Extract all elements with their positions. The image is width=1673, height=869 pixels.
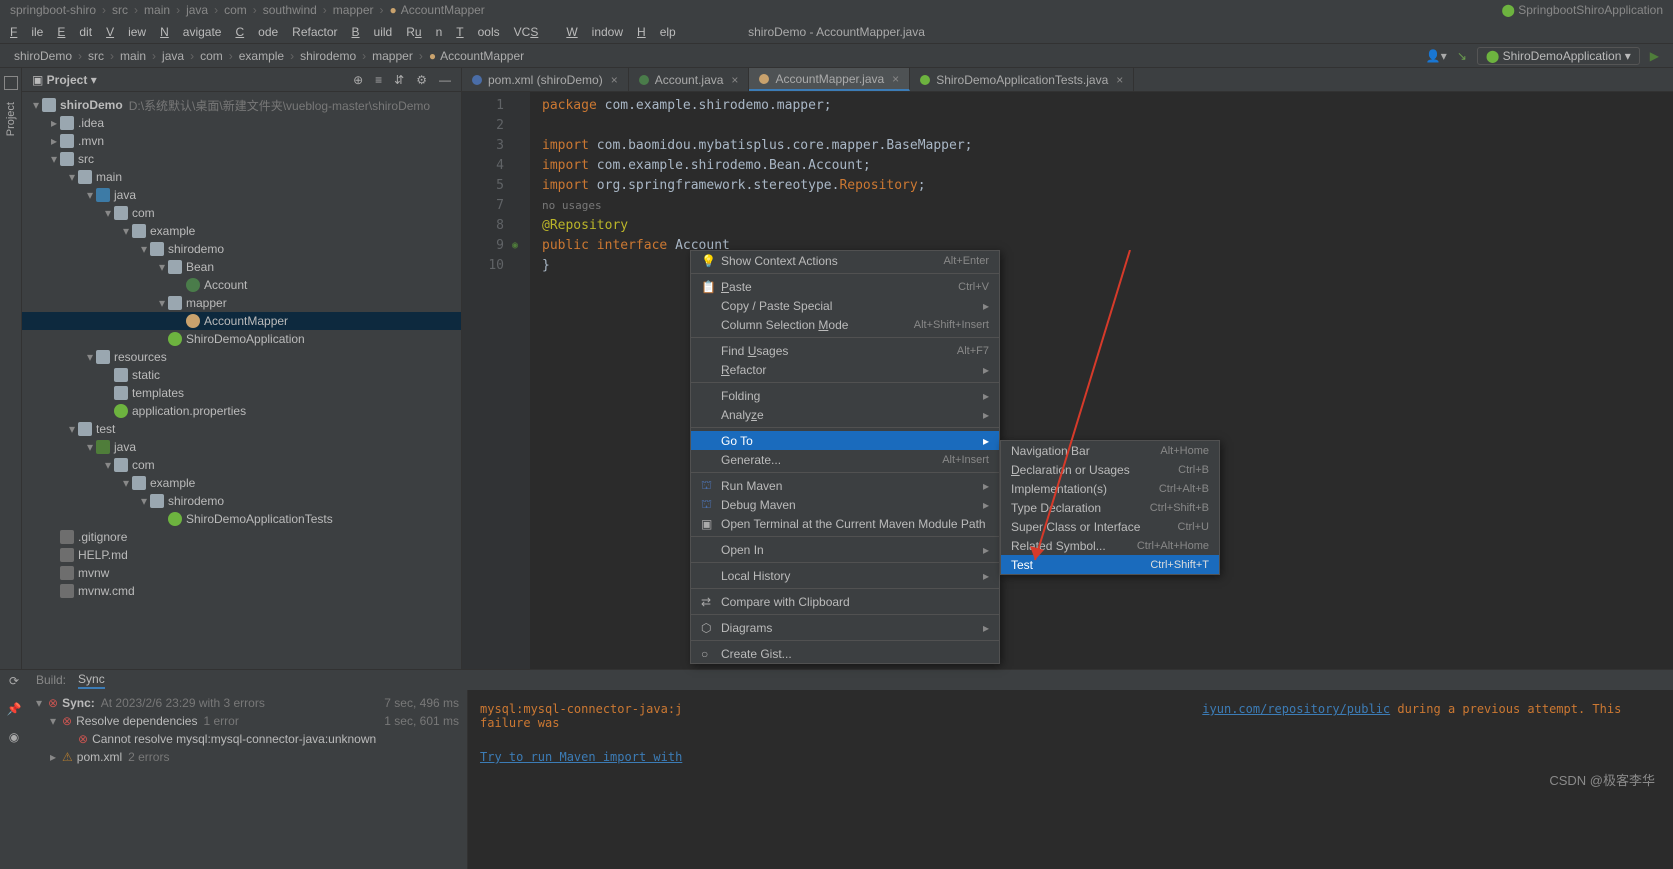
editor-tabs: pom.xml (shiroDemo)× Account.java× Accou… [462,68,1673,92]
maven-icon: ⛫ [701,478,717,494]
run-config[interactable]: ⬤ ShiroDemoApplication ▾ [1477,47,1640,65]
menu-edit[interactable]: Edit [57,25,92,39]
tab-tests[interactable]: ShiroDemoApplicationTests.java× [910,68,1134,91]
menubar: File Edit View Navigate Code Refactor Bu… [0,20,1673,44]
menu-build[interactable]: Build [352,25,393,39]
class-icon: ● [429,49,436,63]
hammer-icon[interactable]: ↘ [1457,49,1467,63]
tree-accountmapper: AccountMapper [22,312,461,330]
clipboard-icon: 📋 [701,280,717,294]
menu-view[interactable]: View [106,25,146,39]
smi-related[interactable]: Related Symbol...Ctrl+Alt+Home [1001,536,1219,555]
build-tab-label: Build: [36,673,66,687]
smi-test[interactable]: TestCtrl+Shift+T [1001,555,1219,574]
close-icon[interactable]: × [892,72,899,86]
mi-run-maven[interactable]: ⛫Run Maven▸ [691,476,999,495]
diagram-icon: ⬡ [701,621,717,635]
gear-icon[interactable]: ⚙ [416,73,427,87]
project-toolwindow-tab[interactable]: Project [3,94,19,144]
smi-declaration[interactable]: Declaration or UsagesCtrl+B [1001,460,1219,479]
refresh-icon[interactable]: ⟳ [9,674,19,688]
mi-generate[interactable]: Generate...Alt+Insert [691,450,999,469]
mi-open-in[interactable]: Open In▸ [691,540,999,559]
eye-icon[interactable]: ◉ [9,730,19,744]
pushpin-icon[interactable]: 📌 [7,702,22,716]
build-output[interactable]: mysql:mysql-connector-java:jiyun.com/rep… [468,690,1673,869]
close-icon[interactable]: × [1116,73,1123,87]
smi-implementations[interactable]: Implementation(s)Ctrl+Alt+B [1001,479,1219,498]
goto-submenu: Navigation BarAlt+Home Declaration or Us… [1000,440,1220,575]
tab-pom[interactable]: pom.xml (shiroDemo)× [462,68,629,91]
compare-icon: ⇄ [701,595,717,609]
github-icon: ○ [701,647,717,661]
mi-local-history[interactable]: Local History▸ [691,566,999,585]
mi-show-context[interactable]: 💡Show Context ActionsAlt+Enter [691,251,999,270]
mi-folding[interactable]: Folding▸ [691,386,999,405]
class-icon: ● [389,3,396,17]
smi-super[interactable]: Super Class or InterfaceCtrl+U [1001,517,1219,536]
project-view-selector[interactable]: ▣ Project ▾ [32,73,97,87]
top-run-config[interactable]: ⬤ SpringbootShiroApplication [1501,3,1663,17]
close-icon[interactable]: × [611,73,618,87]
bean-marker-icon[interactable]: ◉ [512,236,530,256]
expand-icon[interactable]: ≡ [375,73,382,87]
menu-refactor[interactable]: Refactor [292,25,337,39]
mi-goto[interactable]: Go To▸ [691,431,999,450]
maven-icon: ⛫ [701,497,717,513]
tab-account[interactable]: Account.java× [629,68,750,91]
menu-tools[interactable]: Tools [456,25,499,39]
menu-vcs[interactable]: VCS [514,25,553,39]
mi-column-selection[interactable]: Column Selection ModeAlt+Shift+Insert [691,315,999,334]
mi-refactor[interactable]: Refactor▸ [691,360,999,379]
mi-create-gist[interactable]: ○Create Gist... [691,644,999,663]
project-icon[interactable] [4,76,18,90]
smi-type-declaration[interactable]: Type DeclarationCtrl+Shift+B [1001,498,1219,517]
smi-nav-bar[interactable]: Navigation BarAlt+Home [1001,441,1219,460]
mi-find-usages[interactable]: Find UsagesAlt+F7 [691,341,999,360]
add-config-icon[interactable]: 👤▾ [1426,49,1447,63]
menu-file[interactable]: File [10,25,43,39]
mi-paste[interactable]: 📋PasteCtrl+V [691,277,999,296]
mi-analyze[interactable]: Analyze▸ [691,405,999,424]
menu-code[interactable]: Code [235,25,278,39]
locate-icon[interactable]: ⊕ [353,73,363,87]
sub-breadcrumb-bar: shiroDemo src main java com example shir… [0,44,1673,68]
menu-window[interactable]: Window [566,25,623,39]
project-header: ▣ Project ▾ ⊕ ≡ ⇵ ⚙ — [22,68,461,92]
window-title: shiroDemo - AccountMapper.java [748,25,925,39]
hide-icon[interactable]: — [439,73,451,87]
mi-compare[interactable]: ⇄Compare with Clipboard [691,592,999,611]
top-breadcrumb-bar: springboot-shiro src main java com south… [0,0,1673,20]
mi-open-terminal[interactable]: ▣Open Terminal at the Current Maven Modu… [691,514,999,533]
collapse-icon[interactable]: ⇵ [394,73,404,87]
bc-root[interactable]: springboot-shiro [10,3,96,17]
watermark: CSDN @极客李华 [1549,770,1655,789]
menu-navigate[interactable]: Navigate [160,25,221,39]
menu-help[interactable]: Help [637,25,676,39]
bulb-icon: 💡 [701,254,717,268]
close-icon[interactable]: × [731,73,738,87]
context-menu: 💡Show Context ActionsAlt+Enter 📋PasteCtr… [690,250,1000,664]
mi-copy-paste-special[interactable]: Copy / Paste Special▸ [691,296,999,315]
run-icon[interactable]: ▶ [1650,49,1659,63]
terminal-icon: ▣ [701,517,717,531]
mi-debug-maven[interactable]: ⛫Debug Maven▸ [691,495,999,514]
menu-run[interactable]: Run [406,25,442,39]
tab-accountmapper[interactable]: AccountMapper.java× [749,68,910,91]
build-panel: ⟳ 📌 ◉ Build: Sync ▾⊗Sync:At 2023/2/6 23:… [0,669,1673,869]
build-toolbar: ⟳ 📌 ◉ [0,670,28,869]
sync-tab[interactable]: Sync [78,672,105,689]
mi-diagrams[interactable]: ⬡Diagrams▸ [691,618,999,637]
build-tree[interactable]: ▾⊗Sync:At 2023/2/6 23:29 with 3 errors7 … [28,690,468,869]
